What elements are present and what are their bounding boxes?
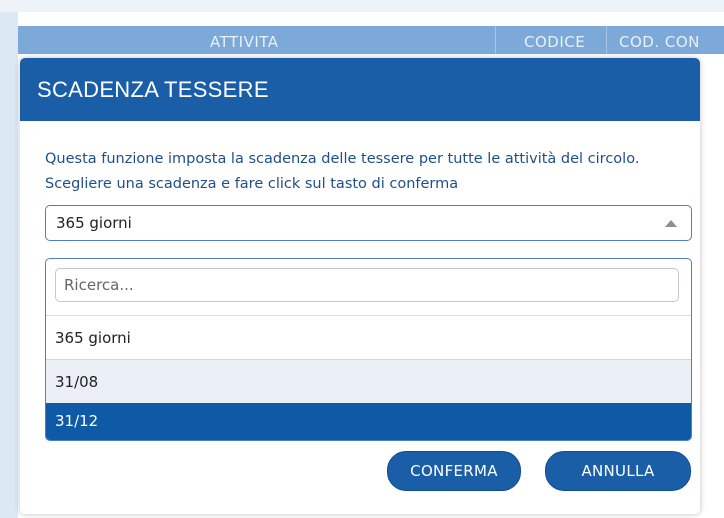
column-separator: [495, 26, 496, 54]
option-31-12[interactable]: 31/12: [46, 403, 691, 440]
option-31-08[interactable]: 31/08: [46, 359, 691, 403]
scadenza-select[interactable]: 365 giorni: [45, 205, 692, 241]
caret-up-icon[interactable]: [665, 220, 677, 227]
column-header-cod-con[interactable]: COD. CON: [619, 33, 700, 51]
select-dropdown-list: 365 giorni 31/08 31/12: [45, 258, 692, 441]
column-header-attivita[interactable]: ATTIVITA: [210, 33, 279, 51]
page-top-strip: [0, 0, 724, 12]
column-separator: [606, 26, 607, 54]
background-table-header: ATTIVITA CODICE COD. CON: [18, 26, 724, 54]
option-365-giorni[interactable]: 365 giorni: [46, 315, 691, 359]
column-header-codice[interactable]: CODICE: [524, 33, 585, 51]
dialog-description: Questa funzione imposta la scadenza dell…: [45, 151, 640, 192]
confirm-button[interactable]: CONFERMA: [387, 451, 521, 491]
search-input[interactable]: [55, 268, 679, 302]
dialog-title: SCADENZA TESSERE: [20, 58, 700, 121]
scadenza-tessere-dialog: SCADENZA TESSERE Questa funzione imposta…: [20, 58, 700, 514]
cancel-button[interactable]: ANNULLA: [545, 451, 691, 491]
select-selected-value: 365 giorni: [56, 214, 132, 232]
